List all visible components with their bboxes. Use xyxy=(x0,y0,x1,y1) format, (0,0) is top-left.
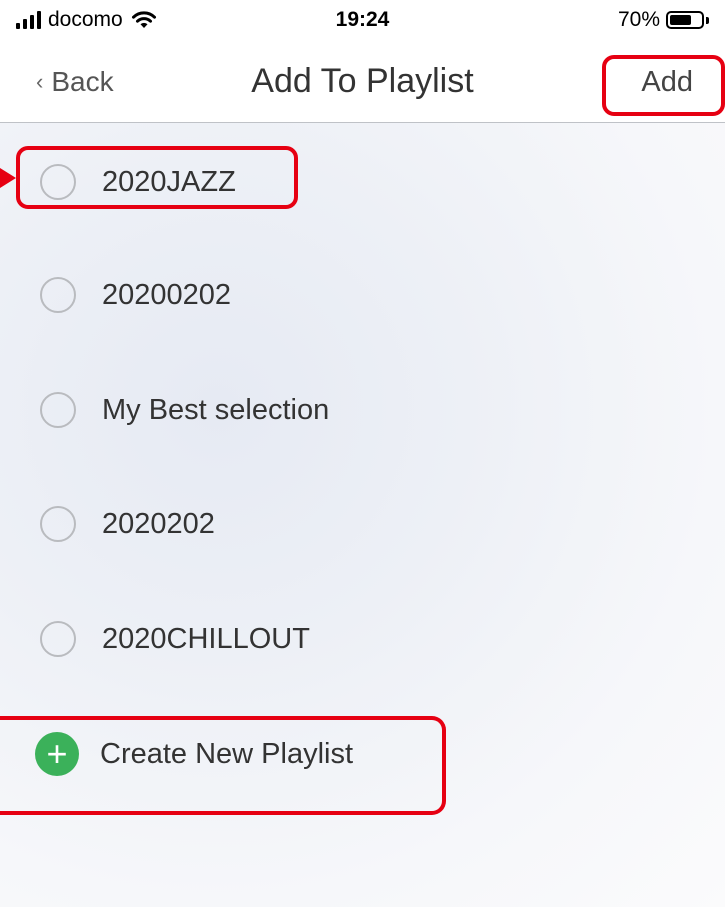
back-button[interactable]: ‹ Back xyxy=(36,66,114,98)
chevron-left-icon: ‹ xyxy=(36,69,44,94)
status-time: 19:24 xyxy=(335,8,390,31)
annotation-arrow-icon xyxy=(0,168,16,188)
radio-button[interactable] xyxy=(40,506,76,542)
create-new-playlist-label: Create New Playlist xyxy=(100,737,354,770)
playlist-item[interactable]: My Best selection xyxy=(0,380,725,440)
battery-icon xyxy=(666,11,704,29)
status-bar: docomo 19:24 70% xyxy=(0,0,725,44)
battery-fill xyxy=(670,15,691,25)
battery-status: 70% xyxy=(618,8,709,32)
playlist-name: 2020JAZZ xyxy=(102,165,236,198)
playlist-name: 2020202 xyxy=(102,507,215,540)
radio-button[interactable] xyxy=(40,277,76,313)
playlist-name: 2020CHILLOUT xyxy=(102,622,310,655)
playlist-item[interactable]: 2020JAZZ xyxy=(0,152,725,212)
navigation-bar: ‹ Back Add To Playlist Add xyxy=(0,44,725,123)
playlist-item[interactable]: 20200202 xyxy=(0,265,725,325)
playlist-name: My Best selection xyxy=(102,393,330,426)
radio-button[interactable] xyxy=(40,392,76,428)
radio-button[interactable] xyxy=(40,621,76,657)
battery-percent: 70% xyxy=(617,8,660,31)
playlist-item[interactable]: 2020202 xyxy=(0,494,725,554)
battery-tip xyxy=(706,16,709,24)
create-new-playlist-button[interactable]: + Create New Playlist xyxy=(0,724,725,784)
plus-circle-icon: + xyxy=(35,732,79,776)
add-button[interactable]: Add xyxy=(641,66,693,99)
back-label: Back xyxy=(51,66,114,97)
playlist-item[interactable]: 2020CHILLOUT xyxy=(0,609,725,669)
playlist-name: 20200202 xyxy=(102,278,232,311)
radio-button[interactable] xyxy=(40,164,76,200)
